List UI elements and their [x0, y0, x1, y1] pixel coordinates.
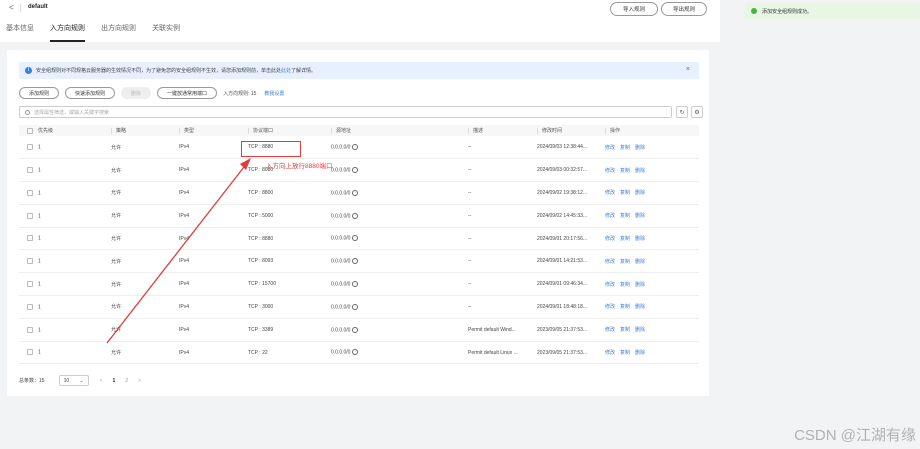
annotation-arrow — [106, 158, 251, 344]
watermark: CSDN @江湖有缘 — [794, 427, 916, 444]
annotation-text: 入方向上放行8880端口 — [266, 163, 333, 170]
